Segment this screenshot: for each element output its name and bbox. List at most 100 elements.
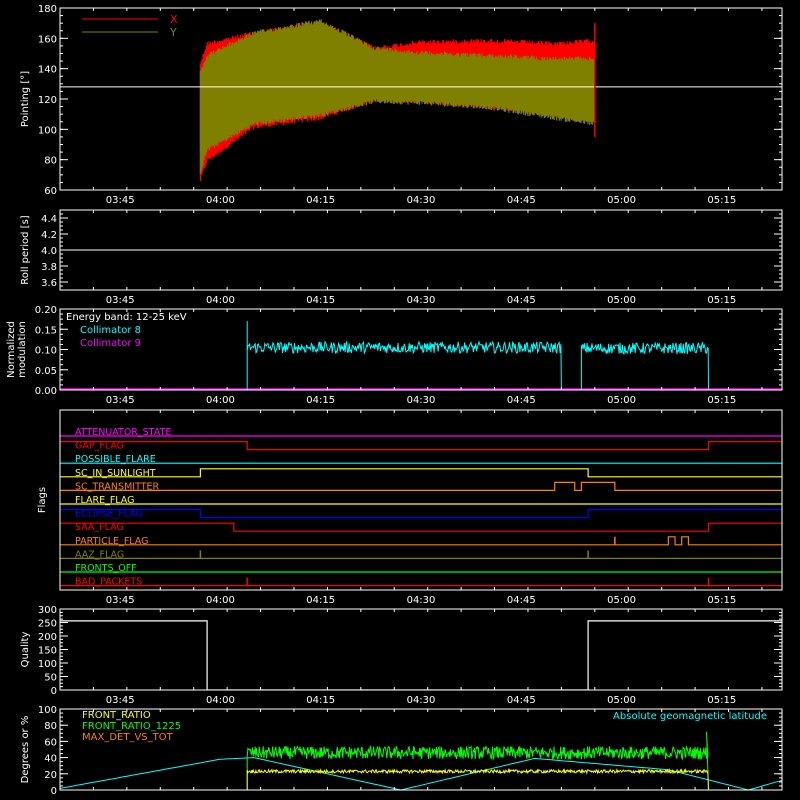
y-tick-label: 180 bbox=[38, 4, 57, 15]
flag-label: BAD_PACKETS bbox=[75, 577, 142, 588]
y-tick-label: 150 bbox=[38, 646, 57, 657]
flag-label: SC_TRANSMITTER bbox=[75, 481, 160, 492]
x-tick-label: 05:00 bbox=[607, 295, 636, 306]
legend-collimator-8: Collimator 8 bbox=[80, 325, 141, 336]
y-tick-label: 0.10 bbox=[35, 346, 57, 357]
flag-line-gap-flag bbox=[60, 441, 782, 451]
x-tick-label: 04:00 bbox=[206, 295, 235, 306]
panel-plot-area bbox=[60, 620, 782, 690]
panel-plot-area bbox=[60, 321, 782, 390]
rhessi-quicklook-figure: XY 03:45 04:00 04:15 04:30 04:45 05:00 05:15 60 8… bbox=[6, 4, 783, 797]
y-tick-label: 4.2 bbox=[41, 230, 57, 241]
x-tick-label: 04:30 bbox=[407, 695, 436, 706]
y-tick-label: 200 bbox=[38, 632, 57, 643]
collimator-8-segment bbox=[246, 321, 562, 390]
legend-collimator-9: Collimator 9 bbox=[80, 338, 141, 349]
x-tick-label: 05:15 bbox=[707, 295, 736, 306]
flag-line-saa-flag bbox=[60, 522, 782, 532]
x-tick-label: 04:15 bbox=[306, 695, 335, 706]
flag-line-sc-in-sunlight bbox=[60, 468, 782, 478]
x-tick-label: 05:15 bbox=[707, 595, 736, 606]
panel-5: 03:45 04:00 04:15 04:30 04:45 05:00 05:15 0 50 10… bbox=[20, 605, 783, 706]
x-tick-label: 04:30 bbox=[407, 195, 436, 206]
y-tick-label: 0.00 bbox=[35, 386, 57, 397]
x-tick-label: 04:45 bbox=[507, 395, 536, 406]
y-axis-label: Normalized bbox=[6, 321, 17, 378]
y-tick-label: 120 bbox=[38, 95, 57, 106]
y-tick-label: 250 bbox=[38, 619, 57, 630]
y-tick-label: 0.05 bbox=[35, 366, 57, 377]
collimator-8-segment bbox=[580, 341, 709, 390]
pointing-series-Y bbox=[199, 19, 595, 174]
flag-label: PARTICLE_FLAG bbox=[75, 536, 148, 547]
y-tick-label: 80 bbox=[44, 721, 57, 732]
panel-2: 03:45 04:00 04:15 04:30 04:45 05:00 05:15 3.6 3.… bbox=[20, 209, 783, 306]
flag-line-particle-flag bbox=[60, 536, 782, 546]
y-tick-label: 40 bbox=[44, 754, 57, 765]
y-axis-label: Roll period [s] bbox=[20, 215, 31, 284]
flag-line-sc-transmitter bbox=[60, 481, 782, 491]
x-tick-label: 03:45 bbox=[106, 395, 135, 406]
panel-1: XY 03:45 04:00 04:15 04:30 04:45 05:00 05:15 60 8… bbox=[20, 4, 783, 206]
y-tick-label: 0 bbox=[51, 686, 57, 697]
x-tick-label: 04:15 bbox=[306, 195, 335, 206]
flag-label: POSSIBLE_FLARE bbox=[75, 454, 156, 465]
x-tick-label: 04:15 bbox=[306, 595, 335, 606]
y-tick-label: 100 bbox=[38, 705, 57, 716]
y-tick-label: 160 bbox=[38, 34, 57, 45]
flag-line-eclipse-flag bbox=[60, 509, 782, 519]
flag-label: SC_IN_SUNLIGHT bbox=[75, 468, 156, 479]
x-tick-label: 04:00 bbox=[206, 395, 235, 406]
y-tick-label: 4.0 bbox=[41, 246, 57, 257]
geomagnetic-latitude-line bbox=[60, 757, 782, 790]
x-tick-label: 04:15 bbox=[306, 295, 335, 306]
x-tick-label: 04:15 bbox=[306, 395, 335, 406]
panel-3: Energy band: 12-25 keV Collimator 8 Collim… bbox=[6, 305, 783, 406]
y-tick-label: 3.6 bbox=[41, 278, 57, 289]
x-tick-label: 04:45 bbox=[507, 695, 536, 706]
y-tick-label: 60 bbox=[44, 186, 57, 197]
y-axis-label: Flags bbox=[37, 487, 48, 513]
ratio-series-front-ratio bbox=[246, 767, 709, 790]
y-tick-label: 0.20 bbox=[35, 305, 57, 316]
flag-label: ATTENUATOR_STATE bbox=[75, 427, 171, 438]
y-tick-label: 300 bbox=[38, 605, 57, 616]
flag-label: AAZ_FLAG bbox=[75, 549, 124, 560]
x-tick-label: 05:00 bbox=[607, 395, 636, 406]
x-tick-label: 04:45 bbox=[507, 595, 536, 606]
y-tick-label: 4.4 bbox=[41, 214, 57, 225]
y-tick-label: 100 bbox=[38, 125, 57, 136]
legend-label-X: X bbox=[170, 13, 178, 26]
y-tick-label: 100 bbox=[38, 659, 57, 670]
panel-plot-area bbox=[60, 19, 782, 181]
x-tick-label: 04:30 bbox=[407, 595, 436, 606]
x-tick-label: 03:45 bbox=[106, 595, 135, 606]
y-tick-label: 140 bbox=[38, 65, 57, 76]
energy-band-label: Energy band: 12-25 keV bbox=[66, 312, 187, 323]
flag-label: GAP_FLAG bbox=[75, 441, 124, 452]
x-tick-label: 03:45 bbox=[106, 295, 135, 306]
panel-6: FRONT_RATIOFRONT_RATIO_1225MAX_DET_VS_TO… bbox=[20, 705, 783, 797]
y-tick-label: 0.15 bbox=[35, 325, 57, 336]
x-tick-label: 04:30 bbox=[407, 295, 436, 306]
flag-label: FRONTS_OFF bbox=[75, 563, 137, 574]
x-tick-label: 05:15 bbox=[707, 695, 736, 706]
x-tick-label: 05:00 bbox=[607, 695, 636, 706]
panel-plot-area bbox=[60, 435, 782, 587]
y-tick-label: 3.8 bbox=[41, 262, 57, 273]
x-tick-label: 05:00 bbox=[607, 595, 636, 606]
x-tick-label: 04:00 bbox=[206, 195, 235, 206]
y-axis-label: modulation bbox=[17, 321, 28, 378]
y-axis-label: Degrees or % bbox=[20, 716, 31, 784]
y-tick-label: 50 bbox=[44, 673, 57, 684]
x-tick-label: 04:45 bbox=[507, 295, 536, 306]
legend-max-det-vs-tot: MAX_DET_VS_TOT bbox=[82, 732, 174, 743]
y-tick-label: 60 bbox=[44, 737, 57, 748]
x-tick-label: 05:15 bbox=[707, 395, 736, 406]
y-axis-label: Quality bbox=[20, 632, 31, 668]
y-tick-label: 0 bbox=[51, 786, 57, 797]
x-tick-label: 03:45 bbox=[106, 695, 135, 706]
flag-label: ECLIPSE_FLAG bbox=[75, 509, 143, 520]
y-tick-label: 80 bbox=[44, 156, 57, 167]
legend-label-Y: Y bbox=[169, 26, 177, 39]
